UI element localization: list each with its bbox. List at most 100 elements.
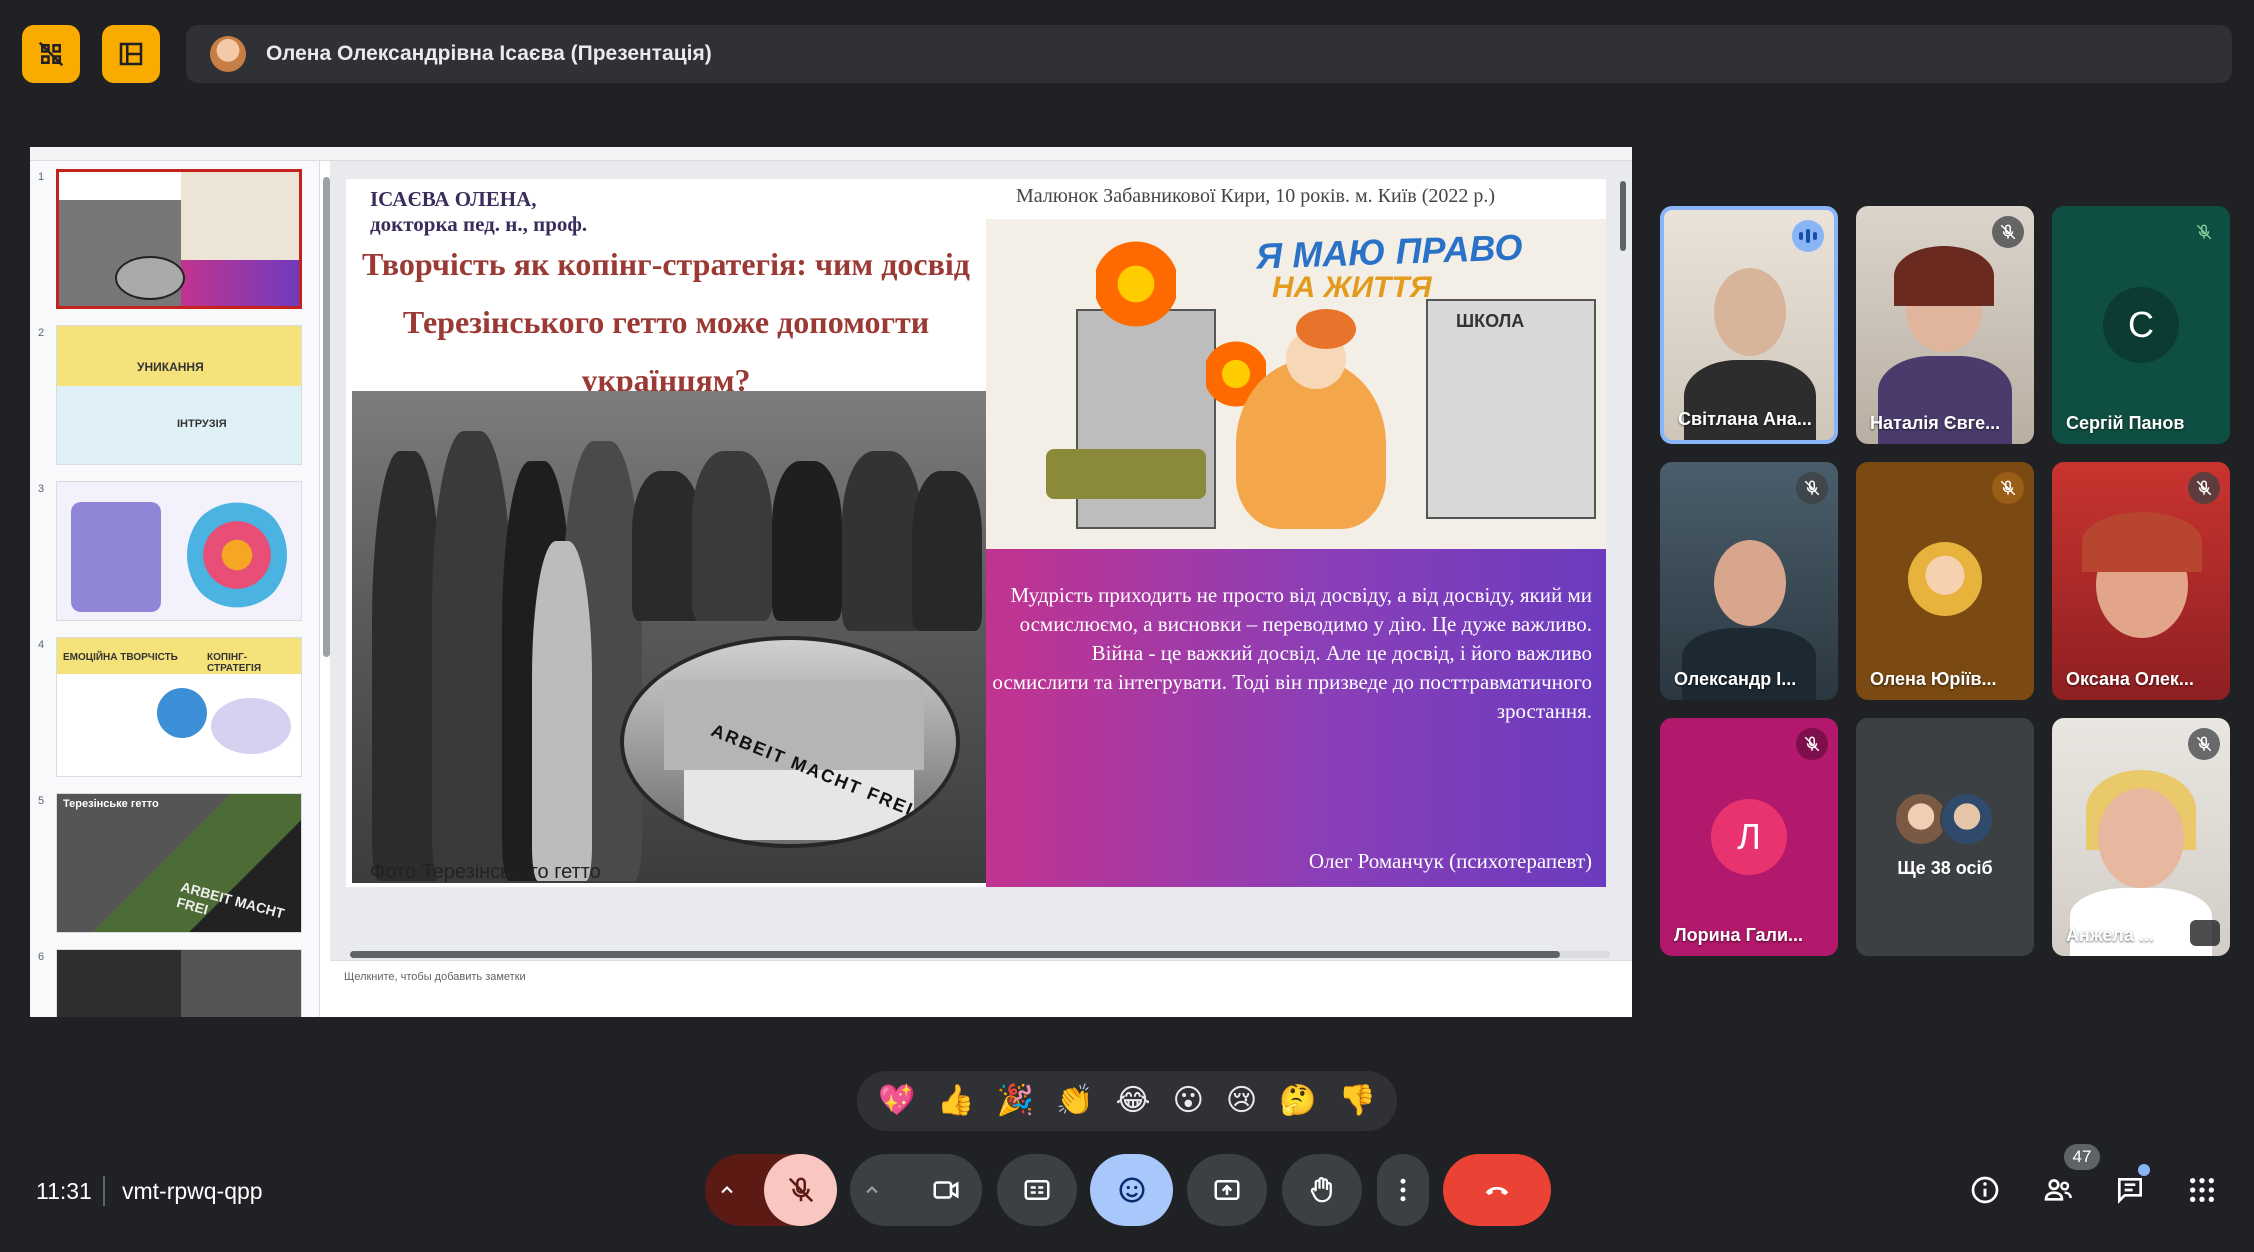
reaction-party[interactable]: 🎉 xyxy=(997,1086,1034,1116)
photo-caption: Фото Терезінського гетто xyxy=(370,861,601,883)
thumbnail-text: Терезінське гетто xyxy=(63,798,159,810)
present-screen-button[interactable] xyxy=(1187,1154,1267,1226)
drawing-text: НА ЖИТТЯ xyxy=(1272,271,1432,304)
reaction-thumbs-up[interactable]: 👍 xyxy=(937,1086,974,1116)
slide-right-column: Малюнок Забавникової Кири, 10 років. м. … xyxy=(986,179,1606,887)
leave-call-button[interactable] xyxy=(1443,1154,1551,1226)
mic-off-icon xyxy=(1992,472,2024,504)
people-button[interactable] xyxy=(2038,1170,2078,1210)
current-slide: ІСАЄВА ОЛЕНА, докторка пед. н., проф. Тв… xyxy=(346,179,1606,887)
participant-tile[interactable]: Світлана Ана... xyxy=(1660,206,1838,444)
participant-name: Наталія Євге... xyxy=(1870,413,2001,433)
present-to-all-icon xyxy=(1214,1180,1240,1200)
more-participants-tile[interactable]: Ще 38 осіб xyxy=(1856,718,2034,956)
chevron-up-icon xyxy=(721,1186,733,1194)
participant-tile[interactable]: Олена Юріїв... xyxy=(1856,462,2034,700)
microphone-button[interactable] xyxy=(764,1154,837,1226)
slide-left-column: ІСАЄВА ОЛЕНА, докторка пед. н., проф. Тв… xyxy=(346,179,986,887)
thumbnail-text: КОПІНГ-СТРАТЕГІЯ xyxy=(207,652,262,674)
people-icon xyxy=(2044,1179,2072,1201)
hand-icon xyxy=(1310,1177,1332,1203)
audio-options-button[interactable] xyxy=(705,1154,749,1226)
thumbnail-row-3[interactable]: 3 xyxy=(30,481,319,629)
slide-thumbnail[interactable]: УНИКАННЯ ІНТРУЗІЯ xyxy=(56,325,302,465)
slide-thumbnail[interactable] xyxy=(56,481,302,621)
thumbnail-row-1[interactable]: 1 xyxy=(30,169,319,317)
presenter-avatar xyxy=(210,36,246,72)
activities-button[interactable] xyxy=(2182,1170,2222,1210)
reactions-button[interactable] xyxy=(1090,1154,1173,1226)
mic-off-icon xyxy=(1796,472,1828,504)
reaction-heart[interactable]: 💖 xyxy=(878,1086,915,1116)
participant-tile[interactable]: Олександр І... xyxy=(1660,462,1838,700)
presentation-screen: 1 2 УНИКАННЯ ІНТРУЗІЯ 3 4 ЕМОЦІЙНА ТВОРЧ… xyxy=(30,147,1632,1017)
thumbnail-number: 2 xyxy=(38,327,45,339)
thumbnails-scrollbar[interactable] xyxy=(323,177,330,997)
author-name: ІСАЄВА ОЛЕНА, xyxy=(370,187,537,211)
participant-tile[interactable]: Л Лорина Гали... xyxy=(1660,718,1838,956)
thumbnail-text: ЕМОЦІЙНА ТВОРЧІСТЬ xyxy=(63,652,178,663)
call-end-icon xyxy=(1485,1186,1509,1195)
author-degree: докторка пед. н., проф. xyxy=(370,212,588,236)
thumbnail-number: 5 xyxy=(38,795,45,807)
thumbnail-text: ІНТРУЗІЯ xyxy=(177,418,227,430)
thumbnail-row-4[interactable]: 4 ЕМОЦІЙНА ТВОРЧІСТЬ КОПІНГ-СТРАТЕГІЯ xyxy=(30,637,319,785)
participant-tile[interactable]: С Сергій Панов xyxy=(2052,206,2230,444)
slide-author: ІСАЄВА ОЛЕНА, докторка пед. н., проф. xyxy=(370,187,587,237)
slide-thumbnail[interactable] xyxy=(56,949,302,1017)
video-options-button[interactable] xyxy=(850,1154,894,1226)
chevron-up-icon xyxy=(866,1186,878,1194)
participant-name: Олена Юріїв... xyxy=(1870,669,1997,689)
quote-text: Мудрість приходить не просто від досвіду… xyxy=(992,583,1592,723)
grid-off-icon xyxy=(38,41,64,67)
participant-tile[interactable]: Наталія Євге... xyxy=(1856,206,2034,444)
thumbnail-row-6[interactable]: 6 xyxy=(30,949,319,1017)
participant-tile[interactable]: Анжела ... xyxy=(2052,718,2230,956)
drawing-text: Я МАЮ ПРАВО xyxy=(1255,226,1524,277)
screen-share-icon xyxy=(2190,920,2220,946)
reaction-surprised[interactable]: 😮 xyxy=(1173,1086,1204,1116)
window-titlebar xyxy=(30,147,1632,161)
more-options-button[interactable] xyxy=(1377,1154,1429,1226)
reaction-clap[interactable]: 👏 xyxy=(1056,1086,1093,1116)
drawing-text: ШКОЛА xyxy=(1456,311,1525,331)
reaction-sad[interactable]: 😢 xyxy=(1226,1086,1257,1116)
participant-name: Лорина Гали... xyxy=(1674,925,1804,945)
participant-initial: С xyxy=(2103,287,2179,363)
drawing-caption: Малюнок Забавникової Кири, 10 років. м. … xyxy=(1016,185,1496,207)
speaker-notes[interactable]: Щелкните, чтобы добавить заметки xyxy=(330,960,1632,1017)
thumbnail-number: 3 xyxy=(38,483,45,495)
thumbnail-row-2[interactable]: 2 УНИКАННЯ ІНТРУЗІЯ xyxy=(30,325,319,473)
captions-icon xyxy=(1024,1180,1050,1200)
participant-tile[interactable]: Оксана Олек... xyxy=(2052,462,2230,700)
reaction-laugh[interactable]: 😂 xyxy=(1116,1086,1151,1116)
reaction-thumbs-down[interactable]: 👎 xyxy=(1339,1086,1376,1116)
reaction-thinking[interactable]: 🤔 xyxy=(1279,1086,1316,1116)
mic-off-icon xyxy=(2188,728,2220,760)
mic-off-icon xyxy=(788,1177,813,1203)
participant-name: Сергій Панов xyxy=(2066,413,2185,433)
slide-thumbnail[interactable]: Терезінське гетто ARBEIT MACHT FREI xyxy=(56,793,302,933)
layout-button[interactable] xyxy=(102,25,160,83)
meeting-info-button[interactable] xyxy=(1965,1170,2005,1210)
slide-thumbnail[interactable] xyxy=(56,169,302,309)
captions-button[interactable] xyxy=(997,1154,1077,1226)
chat-button[interactable] xyxy=(2110,1170,2150,1210)
mic-off-icon xyxy=(1796,728,1828,760)
slide-horizontal-scrollbar[interactable] xyxy=(350,951,1610,958)
mic-off-icon xyxy=(2188,472,2220,504)
thumbnail-text: УНИКАННЯ xyxy=(137,360,204,374)
camera-button[interactable] xyxy=(909,1154,982,1226)
presenter-name: Олена Олександрівна Ісаєва (Презентація) xyxy=(266,42,712,65)
mic-off-icon xyxy=(2188,216,2220,248)
hide-tiles-button[interactable] xyxy=(22,25,80,83)
reactions-bar: 💖 👍 🎉 👏 😂 😮 😢 🤔 👎 xyxy=(857,1071,1397,1131)
presenter-bar[interactable]: Олена Олександрівна Ісаєва (Презентація) xyxy=(186,25,2232,83)
raise-hand-button[interactable] xyxy=(1282,1154,1362,1226)
slide-thumbnails-panel: 1 2 УНИКАННЯ ІНТРУЗІЯ 3 4 ЕМОЦІЙНА ТВОРЧ… xyxy=(30,161,320,1017)
thumbnail-number: 4 xyxy=(38,639,45,651)
thumbnail-row-5[interactable]: 5 Терезінське гетто ARBEIT MACHT FREI xyxy=(30,793,319,941)
slide-thumbnail[interactable]: ЕМОЦІЙНА ТВОРЧІСТЬ КОПІНГ-СТРАТЕГІЯ xyxy=(56,637,302,777)
slide-vertical-scrollbar[interactable] xyxy=(1620,181,1626,871)
participant-name: Світлана Ана... xyxy=(1678,409,1812,429)
